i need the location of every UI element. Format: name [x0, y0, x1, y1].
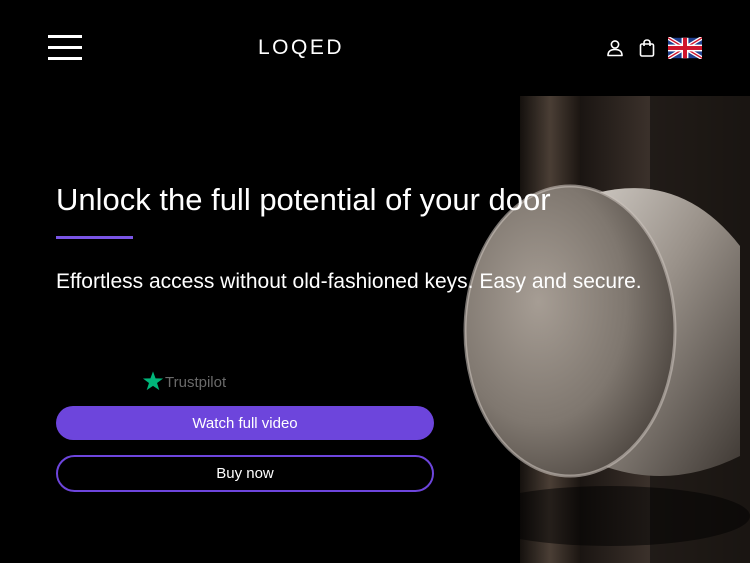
smart-lock-image — [410, 96, 750, 563]
title-underline — [56, 236, 133, 239]
page: LOQED Unlock the full potential of your … — [0, 0, 750, 563]
menu-bar — [48, 46, 82, 49]
buy-now-button[interactable]: Buy now — [56, 455, 434, 492]
watch-video-button[interactable]: Watch full video — [56, 406, 434, 440]
menu-bar — [48, 35, 82, 38]
trustpilot-widget[interactable]: Trustpilot — [142, 369, 226, 393]
shopping-bag-icon[interactable] — [638, 38, 656, 58]
hero-title: Unlock the full potential of your door — [56, 182, 551, 217]
user-icon[interactable] — [606, 39, 624, 57]
menu-bar — [48, 57, 82, 60]
hero-subtitle: Effortless access without old-fashioned … — [56, 270, 642, 293]
site-header: LOQED — [0, 0, 750, 96]
trustpilot-label: Trustpilot — [165, 374, 227, 391]
uk-flag-icon[interactable] — [668, 37, 702, 59]
logo-text: LOQED — [258, 36, 345, 59]
trustpilot-star-icon — [142, 371, 164, 391]
logo[interactable]: LOQED — [258, 34, 356, 62]
hamburger-menu-icon[interactable] — [48, 35, 82, 61]
